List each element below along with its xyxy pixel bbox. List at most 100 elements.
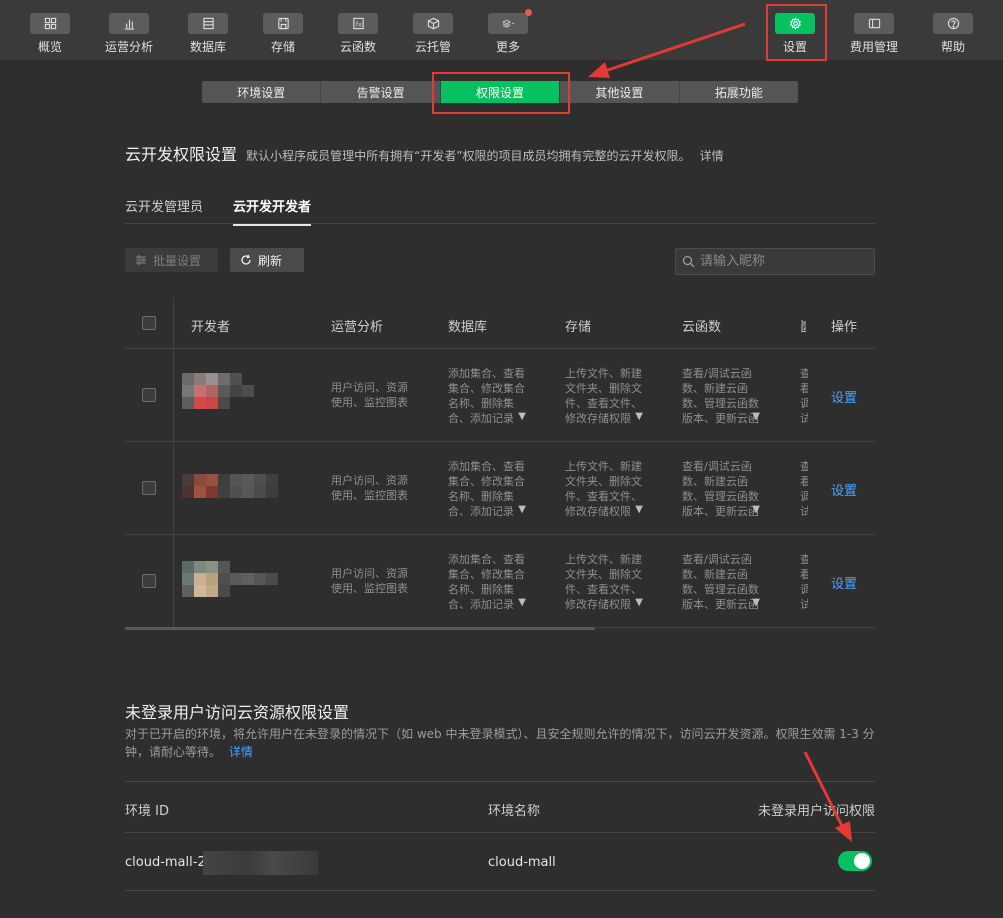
row-checkbox[interactable] [142,388,156,402]
developer-avatar-blurred [182,474,292,518]
row-functions: 查看/调试云函数、新建云函数、管理云函数版本、更新云函数▼ [682,552,762,612]
billing-icon [868,18,880,29]
toolbar-label: 费用管理 [849,40,898,54]
tab-other-settings[interactable]: 其他设置 [560,81,680,103]
tab-env-settings[interactable]: 环境设置 [202,81,322,103]
row-analytics: 用户访问、资源使用、监控图表 [331,381,408,409]
row-settings-link[interactable]: 设置 [831,387,857,406]
row-more-permissions: 查看/调试 [800,460,808,518]
tab-alert-settings[interactable]: 告警设置 [321,81,441,103]
row-storage: 上传文件、新建文件夹、删除文件、查看文件、修改存储权限 ▼ [565,459,645,519]
env-row: cloud-mall-2c cloud-mall [125,833,875,891]
toolbar-billing[interactable]: 费用管理 [839,0,909,60]
toolbar-cloud-hosting[interactable]: 云托管 [398,0,468,60]
toolbar-storage[interactable]: 存储 [248,0,318,60]
select-all-checkbox[interactable] [142,316,156,330]
help-icon [947,17,959,30]
batch-settings-button[interactable]: 批量设置 [125,248,218,272]
gear-icon [789,17,801,30]
expand-caret-icon[interactable]: ▼ [635,409,643,424]
unauth-detail-link[interactable]: 详情 [229,745,253,759]
horizontal-scrollbar[interactable] [125,627,595,630]
expand-caret-icon[interactable]: ▼ [752,595,760,610]
developer-avatar-blurred [182,561,292,605]
table-row: 用户访问、资源使用、监控图表 添加集合、查看集合、修改集合名称、删除集合、添加记… [125,442,875,535]
svg-text:fx: fx [355,20,361,28]
expand-caret-icon[interactable]: ▼ [752,502,760,517]
table-row: 用户访问、资源使用、监控图表 添加集合、查看集合、修改集合名称、删除集合、添加记… [125,535,875,628]
chart-icon [124,19,134,30]
expand-caret-icon[interactable]: ▼ [635,502,643,517]
batch-settings-label: 批量设置 [153,253,202,268]
database-permissions: 添加集合、查看集合、修改集合名称、删除集合、添加记录 [448,460,525,518]
col-storage: 存储 [565,320,592,335]
function-permissions: 查看/调试云函数、新建云函数、管理云函数版本、更新云函数 [682,553,759,611]
developer-avatar-blurred [182,373,292,417]
toolbar-analytics[interactable]: 运营分析 [94,0,164,60]
search-input[interactable] [700,254,860,269]
toolbar-database[interactable]: 数据库 [173,0,243,60]
row-functions: 查看/调试云函数、新建云函数、管理云函数版本、更新云函数▼ [682,459,762,519]
col-env-name: 环境名称 [488,804,541,819]
expand-caret-icon[interactable]: ▼ [518,409,526,424]
layers-icon [501,19,514,28]
toolbar-label: 帮助 [940,40,965,54]
toolbar-help[interactable]: 帮助 [918,0,988,60]
expand-caret-icon[interactable]: ▼ [518,595,526,610]
col-env-id: 环境 ID [125,804,169,819]
nickname-search [675,248,875,275]
row-checkbox[interactable] [142,574,156,588]
expand-caret-icon[interactable]: ▼ [518,502,526,517]
tab-cloud-admins[interactable]: 云开发管理员 [125,196,203,215]
env-table-header: 环境 ID 环境名称 未登录用户访问权限 [125,781,875,833]
toolbar-label: 存储 [270,40,295,54]
storage-permissions: 上传文件、新建文件夹、删除文件、查看文件、修改存储权限 [565,460,642,518]
page-heading: 云开发权限设置 默认小程序成员管理中所有拥有“开发者”权限的项目成员均拥有完整的… [125,141,724,165]
toolbar-more[interactable]: 更多 [473,0,543,60]
function-permissions: 查看/调试云函数、新建云函数、管理云函数版本、更新云函数 [682,460,759,518]
unauth-section-title: 未登录用户访问云资源权限设置 [125,703,350,722]
col-functions: 云函数 [682,320,722,335]
row-functions: 查看/调试云函数、新建云函数、管理云函数版本、更新云函数▼ [682,366,762,426]
row-database: 添加集合、查看集合、修改集合名称、删除集合、添加记录 ▼ [448,459,528,519]
col-analytics: 运营分析 [331,320,384,335]
database-permissions: 添加集合、查看集合、修改集合名称、删除集合、添加记录 [448,367,525,425]
grid-icon [44,17,56,30]
page-detail-link[interactable]: 详情 [700,149,724,163]
toolbar-label: 运营分析 [104,40,153,54]
row-more-permissions: 查看/调试 [800,367,808,425]
col-database: 数据库 [448,320,488,335]
tab-extensions[interactable]: 拓展功能 [680,81,798,103]
col-more: 崮 [800,316,806,335]
box-icon [427,17,439,30]
storage-icon [277,17,289,30]
toolbar-cloud-functions[interactable]: fx 云函数 [323,0,393,60]
row-settings-link[interactable]: 设置 [831,573,857,592]
row-database: 添加集合、查看集合、修改集合名称、删除集合、添加记录 ▼ [448,366,528,426]
toolbar-overview[interactable]: 概览 [15,0,85,60]
unauth-access-toggle[interactable] [838,851,872,871]
expand-caret-icon[interactable]: ▼ [752,409,760,424]
refresh-button[interactable]: 刷新 [230,248,304,272]
refresh-icon [241,254,251,265]
row-analytics: 用户访问、资源使用、监控图表 [331,567,408,595]
top-toolbar: 概览 运营分析 数据库 存储 fx 云函数 云托管 更多 设置 费用管理 帮助 [0,0,1003,60]
unauth-section-desc: 对于已开启的环境，将允许用户在未登录的情况下（如 web 中未登录模式）、且安全… [125,725,877,761]
search-icon [682,255,695,268]
toggle-knob [854,853,870,869]
env-id: cloud-mall-2c [125,855,213,870]
function-icon: fx [352,17,364,30]
tab-cloud-developers[interactable]: 云开发开发者 [233,196,312,226]
toolbar-settings[interactable]: 设置 [760,0,830,60]
database-permissions: 添加集合、查看集合、修改集合名称、删除集合、添加记录 [448,553,525,611]
expand-caret-icon[interactable]: ▼ [635,595,643,610]
refresh-label: 刷新 [258,253,283,268]
toolbar-label: 云函数 [339,40,376,54]
row-settings-link[interactable]: 设置 [831,480,857,499]
notification-badge [525,9,532,16]
storage-permissions: 上传文件、新建文件夹、删除文件、查看文件、修改存储权限 [565,553,642,611]
tab-permission-settings[interactable]: 权限设置 [440,81,561,103]
row-checkbox[interactable] [142,481,156,495]
function-permissions: 查看/调试云函数、新建云函数、管理云函数版本、更新云函数 [682,367,759,425]
toolbar-label: 更多 [495,40,520,54]
